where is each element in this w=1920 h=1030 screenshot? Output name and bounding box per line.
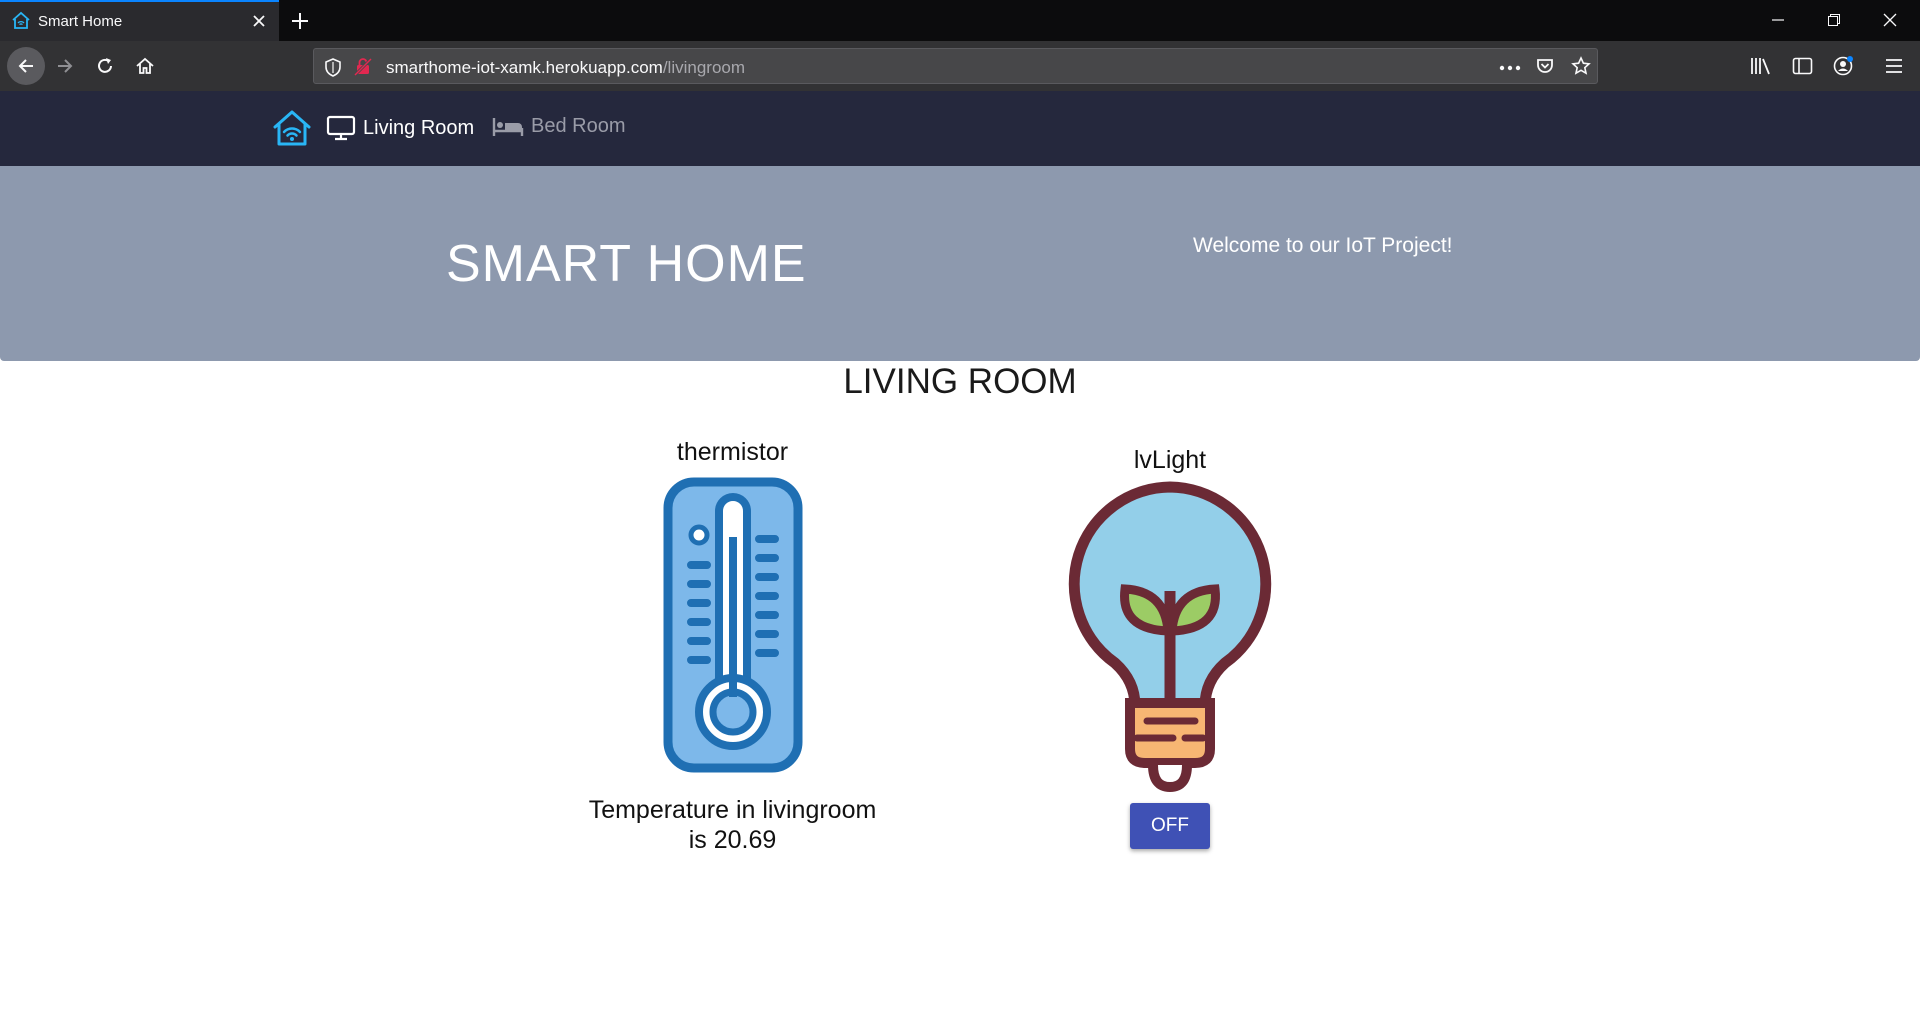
hero-banner: SMART HOME Welcome to our IoT Project! <box>0 166 1920 361</box>
site-navbar: Living Room Bed Room <box>0 91 1920 166</box>
url-bar[interactable]: smarthome-iot-xamk.herokuapp.com/livingr… <box>313 48 1598 84</box>
nav-living-room-label: Living Room <box>363 116 475 139</box>
smart-home-wifi-icon[interactable] <box>272 108 312 148</box>
device-name: lvLight <box>1133 446 1207 474</box>
browser-tab-bar: Smart Home <box>0 0 1920 41</box>
url-text[interactable]: smarthome-iot-xamk.herokuapp.com/livingr… <box>386 58 745 78</box>
menu-icon[interactable] <box>1884 56 1904 81</box>
bookmark-star-icon[interactable] <box>1571 56 1591 76</box>
hero-subtitle: Welcome to our IoT Project! <box>1193 234 1453 257</box>
thermometer-icon <box>663 477 802 773</box>
more-actions-icon[interactable] <box>1499 65 1521 71</box>
home-button[interactable] <box>128 49 162 83</box>
monitor-icon <box>326 115 356 141</box>
new-tab-icon[interactable] <box>288 9 312 33</box>
sidebar-icon[interactable] <box>1792 56 1814 81</box>
hero-title: SMART HOME <box>446 235 807 293</box>
url-path: /livingroom <box>662 58 746 77</box>
lightbulb-icon <box>1068 481 1272 793</box>
restore-button[interactable] <box>1811 0 1857 41</box>
device-name: thermistor <box>676 438 789 466</box>
nav-bed-room-label: Bed Room <box>531 115 626 137</box>
room-title: LIVING ROOM <box>843 362 1077 401</box>
bed-icon <box>492 117 524 136</box>
home-icon <box>136 57 154 74</box>
close-tab-icon[interactable] <box>250 12 268 30</box>
insecure-lock-icon[interactable] <box>354 57 372 77</box>
reload-icon <box>98 58 112 73</box>
forward-button[interactable] <box>48 49 82 83</box>
minimize-icon <box>1772 19 1784 21</box>
browser-tab[interactable]: Smart Home <box>0 0 279 41</box>
url-domain: smarthome-iot-xamk.herokuapp.com <box>386 58 663 77</box>
temperature-line2: is 20.69 <box>688 826 777 854</box>
restore-icon <box>1828 14 1840 26</box>
temperature-line1: Temperature in livingroom <box>588 796 877 824</box>
minimize-button[interactable] <box>1755 0 1801 41</box>
library-icon[interactable] <box>1750 56 1772 81</box>
lvlight-card: lvLight OFF <box>1020 446 1320 849</box>
shield-icon[interactable] <box>324 57 342 77</box>
pocket-icon[interactable] <box>1535 56 1555 76</box>
thermistor-card: thermistor Temperature in livingroom is … <box>560 438 905 855</box>
nav-living-room[interactable]: Living Room <box>326 115 474 141</box>
light-toggle-button[interactable]: OFF <box>1130 803 1210 849</box>
back-button[interactable] <box>7 47 45 85</box>
account-icon[interactable] <box>1833 55 1855 82</box>
arrow-left-icon <box>18 59 33 73</box>
tab-title: Smart Home <box>38 13 123 30</box>
reload-button[interactable] <box>88 49 122 83</box>
arrow-right-icon <box>58 59 73 73</box>
temperature-reading: Temperature in livingroom is 20.69 <box>560 795 905 855</box>
close-icon <box>1883 13 1897 27</box>
smart-home-favicon-icon <box>12 11 30 29</box>
close-window-button[interactable] <box>1867 0 1913 41</box>
nav-bed-room[interactable]: Bed Room <box>492 115 626 138</box>
